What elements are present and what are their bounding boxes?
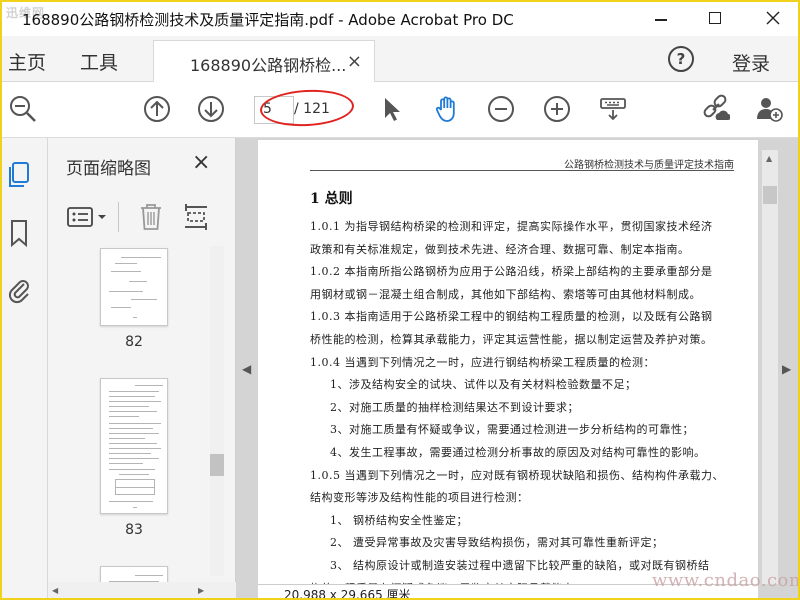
thumbnails-horizontal-scrollbar[interactable]: ◀ ▶ (48, 582, 236, 600)
body-text-line: 1.0.5 当遇到下列情况之一时，应对既有钢桥现状缺陷和损伤、结构构件承载力、 (310, 468, 724, 482)
rotate-page-icon[interactable] (182, 202, 210, 236)
running-header: 公路钢桥检测技术与质量评定技术指南 (564, 160, 734, 171)
minimize-icon (655, 19, 667, 21)
next-page-icon[interactable] (196, 94, 226, 124)
delete-page-icon[interactable] (138, 202, 164, 236)
body-text-line: 结构变形等涉及结构性能的项目进行检测： (310, 491, 529, 505)
maximize-button[interactable] (692, 0, 738, 36)
keyboard-icon[interactable] (598, 94, 628, 124)
body-text-line: 1.0.1 为指导钢结构桥梁的检测和评定，提高实际操作水平，贯彻国家技术经济 (310, 220, 713, 233)
close-icon (766, 11, 780, 25)
thumbnail-page-83[interactable] (100, 378, 168, 514)
body-text-line: 1.0.3 本指南适用于公路桥梁工程中的钢结构工程质量的检测，以及既有公路钢 (310, 310, 713, 324)
thumbnail-page-82[interactable] (100, 248, 168, 326)
section-heading: 1 总则 (310, 191, 353, 207)
body-text-line: 3、对施工质量有怀疑或争议，需要通过检测进一步分析结构的可靠性； (330, 423, 694, 437)
hand-tool-icon[interactable] (432, 94, 462, 124)
minimize-button[interactable] (638, 0, 684, 36)
help-icon[interactable]: ? (668, 46, 694, 72)
zoom-out-icon[interactable] (486, 94, 516, 124)
scroll-left-icon[interactable]: ◀ (52, 586, 58, 595)
body-text-line: 用钢材或钢－混凝土组合制成，其他如下部结构、索塔等可由其他材料制成。 (310, 287, 701, 301)
share-link-icon[interactable] (700, 94, 730, 124)
body-text-line: 1.0.2 本指南所指公路钢桥为应用于公路沿线，桥梁上部结构的主要承重部分是 (310, 265, 713, 279)
body-text-line: 2、 遭受异常事故及灾害导致结构损伤，需对其可靠性重新评定； (330, 536, 664, 550)
tab-document[interactable]: 168890公路钢桥检... × (153, 40, 375, 83)
tab-home[interactable]: 主页 (8, 48, 46, 75)
thumbnails-title: 页面缩略图 (66, 159, 151, 179)
body-text-line: 1.0.4 当遇到下列情况之一时，应进行钢结构桥梁工程质量的检测： (310, 355, 655, 369)
header-rule (310, 170, 734, 171)
body-text-line: 4、发生工程事故，需要通过检测分析事故的原因及对结构可靠性的影响。 (330, 446, 706, 459)
collapse-left-icon[interactable]: ◀ (242, 362, 251, 376)
document-tab-label: 168890公路钢桥检... (190, 56, 347, 75)
page-thumbnails-icon[interactable] (6, 160, 32, 190)
title-bar: 迅维网 168890公路钢桥检测技术及质量评定指南.pdf - Adobe Ac… (0, 0, 800, 36)
body-text-line: 政策和有关标准规定，做到技术先进、经济合理、数据可靠、制定本指南。 (310, 242, 690, 256)
annotation-ellipse (259, 87, 355, 129)
document-scrollbar[interactable]: ▲ (762, 150, 778, 584)
scroll-up-icon[interactable]: ▲ (766, 154, 772, 163)
pdf-page: 公路钢桥检测技术与质量评定技术指南 1 总则 1.0.1 为指导钢结构桥梁的检测… (258, 140, 758, 584)
maximize-icon (709, 12, 721, 24)
add-user-icon[interactable] (754, 94, 784, 124)
thumbnail-options-icon[interactable] (66, 204, 110, 234)
select-cursor-icon[interactable] (376, 94, 406, 124)
body-text-line: 1、 钢桥结构安全性鉴定； (330, 513, 468, 527)
tab-bar: 主页 工具 168890公路钢桥检... × ? 登录 (0, 36, 800, 83)
close-window-button[interactable] (750, 0, 796, 36)
document-scroll-thumb[interactable] (763, 186, 777, 204)
zoom-in-icon[interactable] (542, 94, 572, 124)
thumbnail-page-number: 82 (125, 334, 143, 350)
navigation-rail (0, 138, 48, 600)
scroll-right-icon[interactable]: ▶ (198, 586, 204, 595)
collapse-right-icon[interactable]: ▶ (782, 362, 791, 376)
zoom-search-icon[interactable] (8, 94, 38, 124)
close-tab-button[interactable]: × (347, 51, 362, 72)
tab-tools[interactable]: 工具 (80, 48, 118, 75)
close-thumbnails-button[interactable]: × (192, 150, 210, 175)
window-title: 168890公路钢桥检测技术及质量评定指南.pdf - Adobe Acroba… (22, 11, 514, 29)
body-text-line: 1、涉及结构安全的试块、试件以及有关材料检验数量不足； (330, 378, 637, 392)
body-text-line: 2、对施工质量的抽样检测结果达不到设计要求； (330, 400, 579, 414)
login-button[interactable]: 登录 (732, 49, 770, 76)
toolbar: 5 / 121 (0, 82, 800, 138)
attachment-icon[interactable] (6, 274, 32, 304)
thumbnail-page-number: 83 (125, 522, 143, 538)
page-size: 20.988 x 29.665 厘米 (284, 588, 411, 600)
toolbar-divider (118, 202, 119, 232)
thumbnails-toolbar (48, 196, 236, 238)
thumbnails-panel: 页面缩略图 × 82 83 ◀ ▶ (48, 138, 236, 600)
previous-page-icon[interactable] (142, 94, 172, 124)
thumbnails-scrollbar[interactable] (210, 246, 224, 576)
bookmark-icon[interactable] (6, 218, 32, 248)
thumbnails-scroll-thumb[interactable] (210, 454, 224, 476)
document-viewport: ◀ ▶ 公路钢桥检测技术与质量评定技术指南 1 总则 1.0.1 为指导钢结构桥… (236, 138, 800, 600)
body-text-line: 桥性能的检测，检算其承载能力，评定其运营性能，据以制定运营及养护对策。 (310, 333, 713, 346)
watermark-text: www.cndao.com (652, 570, 800, 591)
